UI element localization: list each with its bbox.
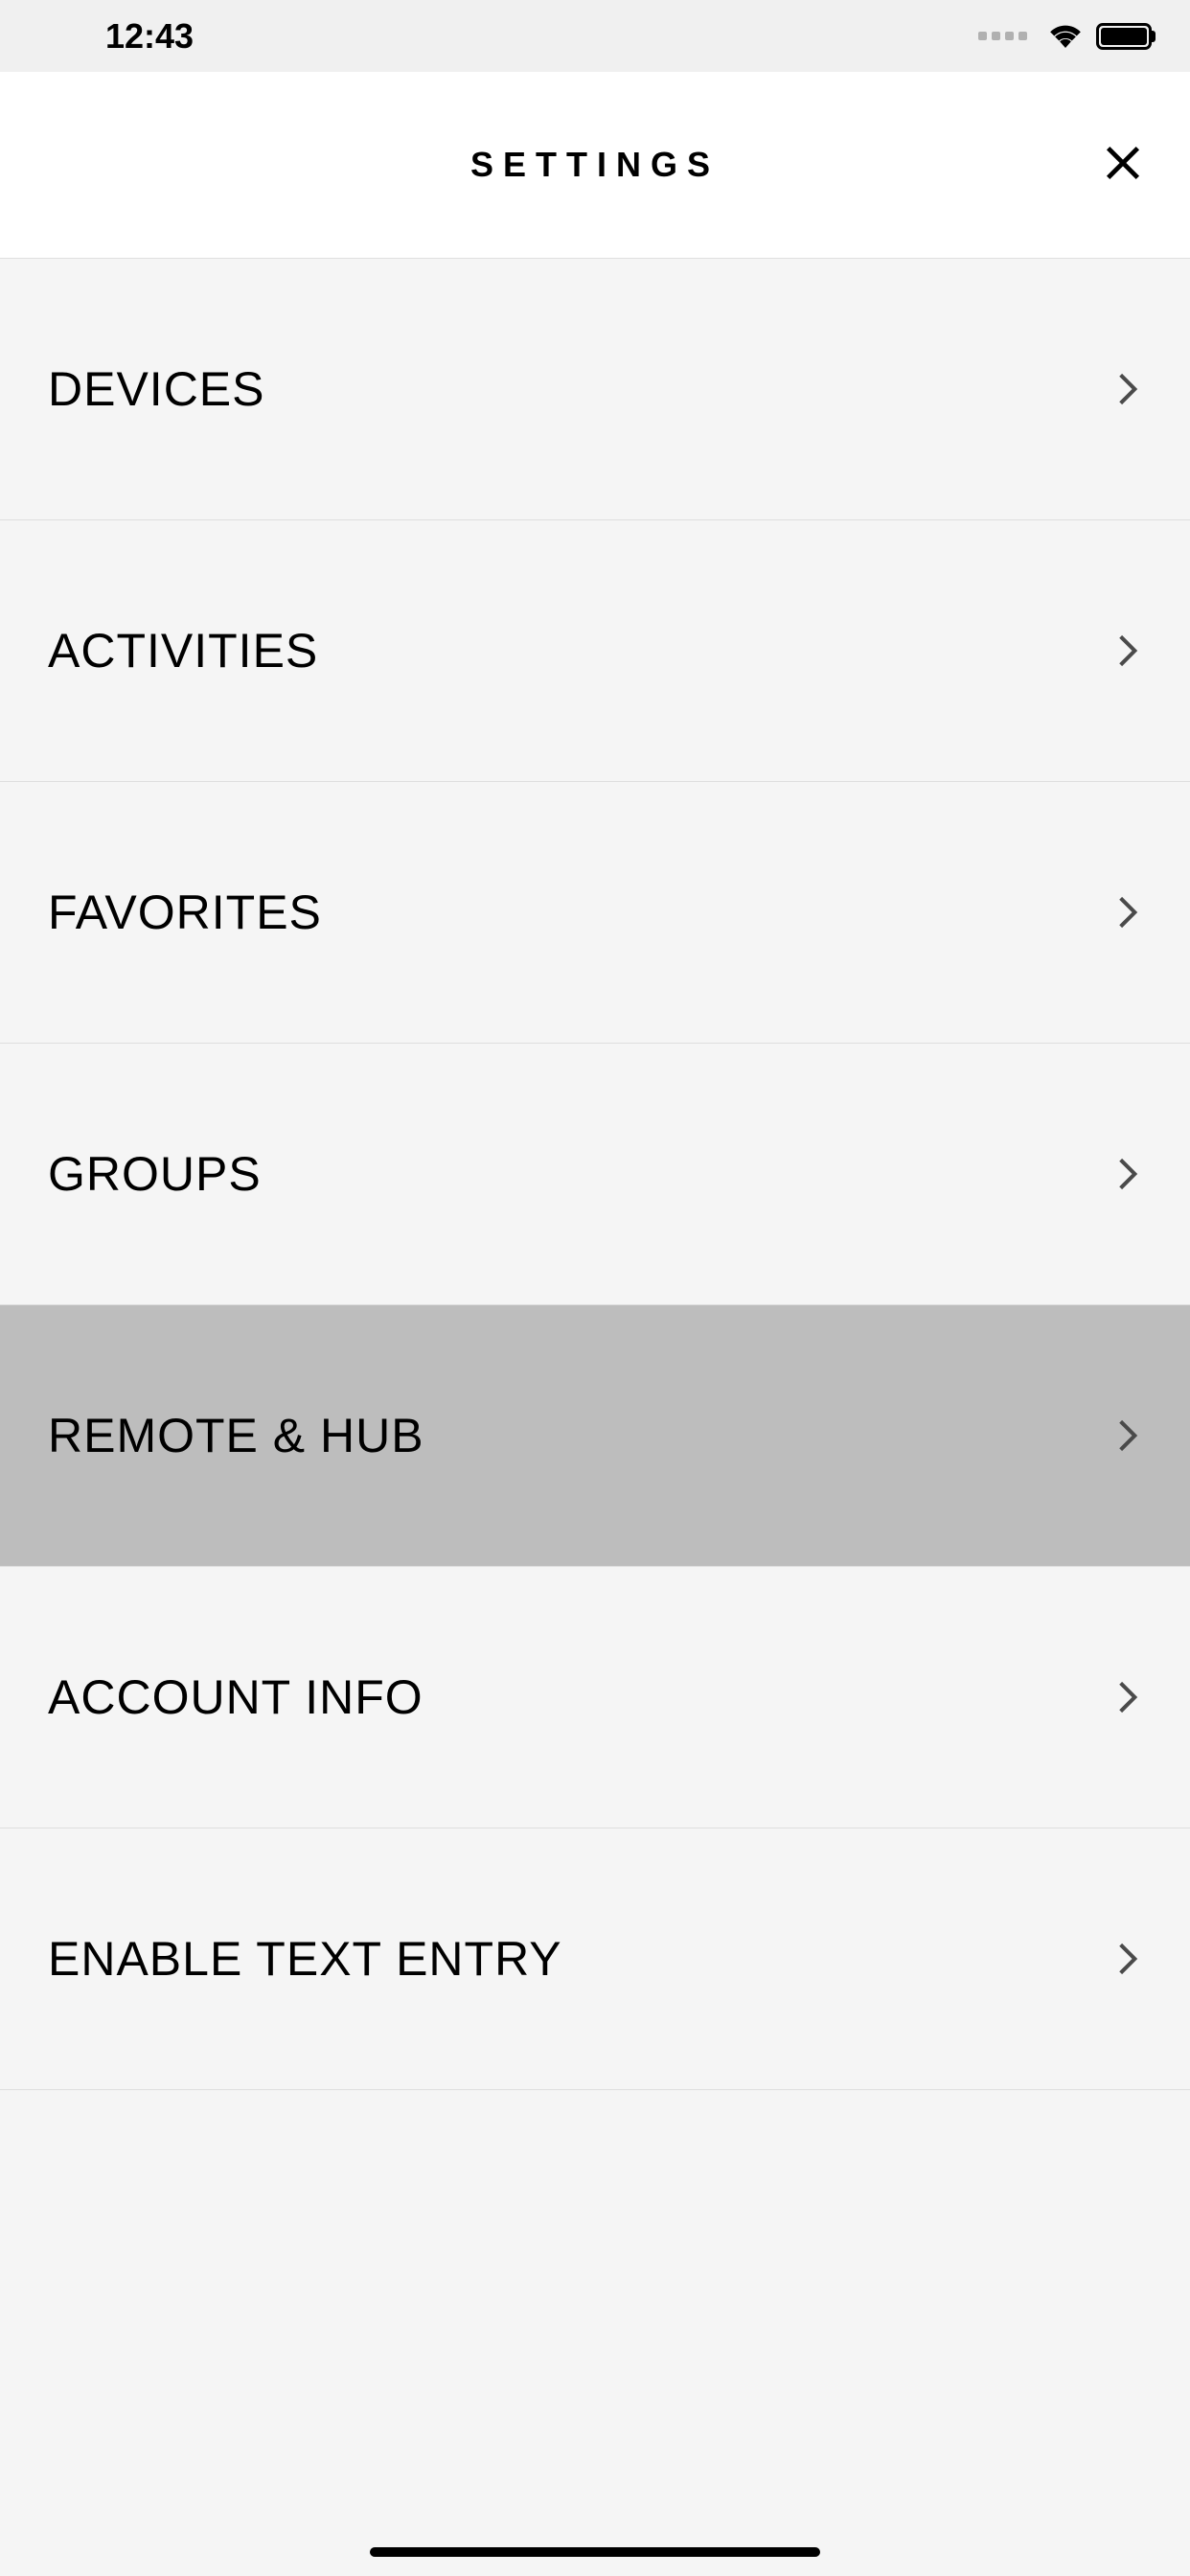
settings-item-groups[interactable]: GROUPS: [0, 1044, 1190, 1305]
close-button[interactable]: [1094, 136, 1152, 194]
settings-item-remote-hub[interactable]: REMOTE & HUB: [0, 1305, 1190, 1567]
wifi-icon: [1046, 18, 1085, 54]
chevron-right-icon: [1113, 366, 1142, 412]
settings-item-label: REMOTE & HUB: [48, 1408, 424, 1463]
settings-item-favorites[interactable]: FAVORITES: [0, 782, 1190, 1044]
chevron-right-icon: [1113, 889, 1142, 935]
home-indicator[interactable]: [370, 2547, 820, 2557]
settings-item-label: ACTIVITIES: [48, 623, 318, 678]
settings-item-label: FAVORITES: [48, 885, 322, 940]
chevron-right-icon: [1113, 1413, 1142, 1459]
chevron-right-icon: [1113, 1936, 1142, 1982]
settings-item-enable-text-entry[interactable]: ENABLE TEXT ENTRY: [0, 1828, 1190, 2090]
close-icon: [1101, 141, 1145, 190]
chevron-right-icon: [1113, 1151, 1142, 1197]
status-time: 12:43: [105, 16, 194, 57]
status-indicators: [978, 18, 1152, 54]
page-title: SETTINGS: [470, 145, 720, 185]
settings-item-label: ACCOUNT INFO: [48, 1669, 423, 1725]
header: SETTINGS: [0, 72, 1190, 259]
settings-item-label: ENABLE TEXT ENTRY: [48, 1931, 562, 1987]
status-bar: 12:43: [0, 0, 1190, 72]
battery-icon: [1096, 23, 1152, 50]
chevron-right-icon: [1113, 1674, 1142, 1720]
signal-dots-icon: [978, 32, 1027, 40]
settings-item-label: GROUPS: [48, 1146, 262, 1202]
settings-item-activities[interactable]: ACTIVITIES: [0, 520, 1190, 782]
chevron-right-icon: [1113, 628, 1142, 674]
settings-item-label: DEVICES: [48, 361, 265, 417]
settings-item-account-info[interactable]: ACCOUNT INFO: [0, 1567, 1190, 1828]
settings-item-devices[interactable]: DEVICES: [0, 259, 1190, 520]
settings-list: DEVICES ACTIVITIES FAVORITES GROUPS: [0, 259, 1190, 2090]
